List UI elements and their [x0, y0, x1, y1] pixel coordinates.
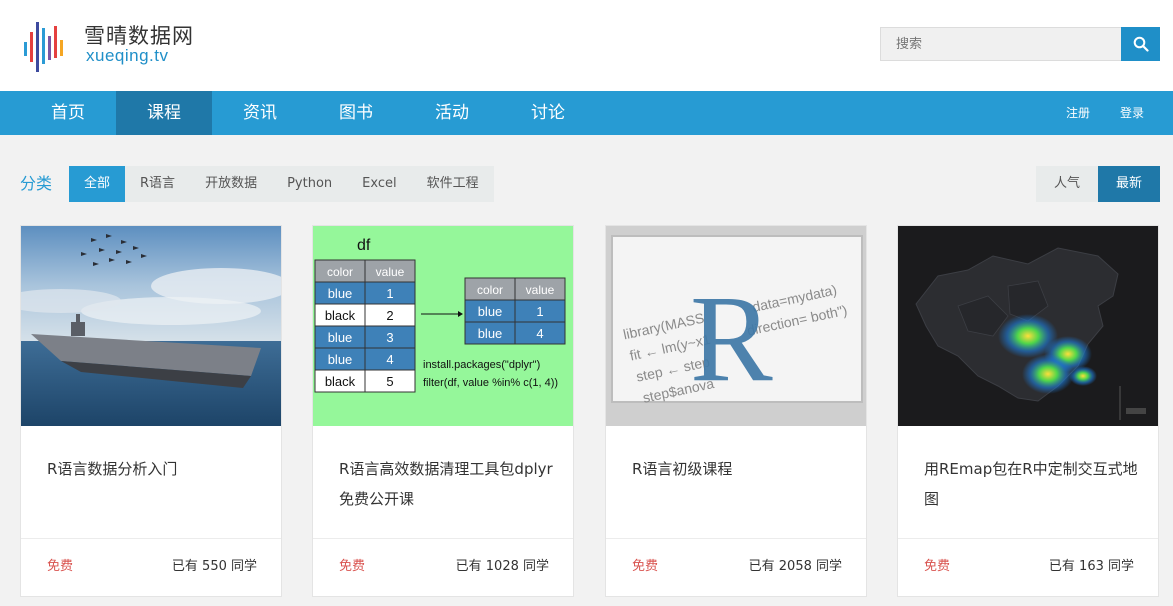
result-cell: blue	[478, 304, 503, 319]
category-tab-software-eng[interactable]: 软件工程	[412, 166, 494, 202]
card-divider	[313, 538, 573, 539]
search-input[interactable]	[880, 27, 1122, 61]
sort-tabs: 人气 最新	[1036, 166, 1160, 202]
category-label: 分类	[20, 174, 53, 193]
df-cell: blue	[328, 286, 353, 301]
code-line: filter(df, value %in% c(1, 4))	[423, 377, 558, 389]
result-cell: 1	[536, 304, 543, 319]
aircraft-carrier-image	[21, 226, 281, 426]
course-thumbnail[interactable]	[21, 226, 281, 426]
search-button[interactable]	[1121, 27, 1160, 61]
df-cell: blue	[328, 352, 353, 367]
course-price: 免费	[339, 559, 366, 574]
course-title[interactable]: R语言初级课程	[632, 454, 847, 484]
china-heatmap-image	[915, 247, 1146, 420]
course-card[interactable]: R语言数据分析入门 免费 已有 550 同学	[20, 225, 282, 597]
result-header-color: color	[477, 283, 503, 297]
student-count: 已有 1028 同学	[455, 559, 549, 574]
filter-bar: 分类 全部 R语言 开放数据 Python Excel 软件工程 人气 最新	[0, 166, 1173, 202]
student-count: 已有 550 同学	[171, 559, 257, 574]
category-tabs: 全部 R语言 开放数据 Python Excel 软件工程	[69, 166, 494, 202]
course-card[interactable]: library(MASS data=mydata) fit ← lm(y~x1 …	[605, 225, 867, 597]
course-title[interactable]: R语言数据分析入门	[47, 454, 262, 484]
category-tab-r[interactable]: R语言	[125, 166, 190, 202]
main-nav: 首页 课程 资讯 图书 活动 讨论 注册 登录	[0, 91, 1173, 135]
course-thumbnail[interactable]: library(MASS data=mydata) fit ← lm(y~x1 …	[606, 226, 866, 426]
logo-bars-icon	[24, 22, 63, 72]
card-divider	[606, 538, 866, 539]
r-language-image: library(MASS data=mydata) fit ← lm(y~x1 …	[611, 235, 863, 407]
df-cell: black	[325, 308, 356, 323]
search-box	[880, 27, 1160, 61]
course-title[interactable]: R语言高效数据清理工具包dplyr免费公开课	[339, 454, 554, 514]
register-link[interactable]: 注册	[1066, 91, 1090, 135]
nav-item-news[interactable]: 资讯	[212, 91, 308, 135]
course-thumbnail[interactable]	[898, 226, 1158, 426]
category-tab-open-data[interactable]: 开放数据	[190, 166, 272, 202]
df-cell: 2	[386, 308, 393, 323]
course-title[interactable]: 用REmap包在R中定制交互式地图	[924, 454, 1139, 514]
course-thumbnail[interactable]: df color value blue 1 black 2 blue 3 blu…	[313, 226, 573, 426]
site-logo[interactable]: 雪晴数据网 xueqing.tv	[22, 14, 202, 74]
code-line: install.packages("dplyr")	[423, 359, 540, 371]
student-count: 已有 163 同学	[1048, 559, 1134, 574]
df-header-color: color	[327, 265, 353, 279]
sort-latest[interactable]: 最新	[1098, 166, 1160, 202]
site-header: 雪晴数据网 xueqing.tv	[0, 0, 1173, 91]
df-cell: 3	[386, 330, 393, 345]
dplyr-filter-image: df color value blue 1 black 2 blue 3 blu…	[314, 237, 566, 393]
nav-item-events[interactable]: 活动	[404, 91, 500, 135]
nav-item-home[interactable]: 首页	[20, 91, 116, 135]
nav-item-courses[interactable]: 课程	[116, 91, 212, 135]
df-header-value: value	[376, 265, 405, 279]
df-cell: 4	[386, 352, 393, 367]
course-card[interactable]: df color value blue 1 black 2 blue 3 blu…	[312, 225, 574, 597]
course-card[interactable]: 用REmap包在R中定制交互式地图 免费 已有 163 同学	[897, 225, 1159, 597]
category-tab-excel[interactable]: Excel	[347, 166, 411, 202]
df-cell: 5	[386, 374, 393, 389]
search-icon	[1133, 36, 1149, 52]
nav-item-books[interactable]: 图书	[308, 91, 404, 135]
r-letter: R	[690, 270, 773, 407]
result-cell: blue	[478, 326, 503, 341]
login-link[interactable]: 登录	[1120, 91, 1144, 135]
course-price: 免费	[632, 559, 659, 574]
category-tab-all[interactable]: 全部	[69, 166, 126, 202]
nav-item-discuss[interactable]: 讨论	[500, 91, 596, 135]
result-cell: 4	[536, 326, 543, 341]
sort-popular[interactable]: 人气	[1036, 166, 1098, 202]
df-cell: black	[325, 374, 356, 389]
card-divider	[21, 538, 281, 539]
course-price: 免费	[924, 559, 951, 574]
result-header-value: value	[526, 283, 555, 297]
category-tab-python[interactable]: Python	[272, 166, 347, 202]
df-label: df	[357, 237, 371, 254]
df-cell: 1	[386, 286, 393, 301]
card-divider	[898, 538, 1158, 539]
df-cell: blue	[328, 330, 353, 345]
course-price: 免费	[47, 559, 74, 574]
student-count: 已有 2058 同学	[748, 559, 842, 574]
logo-text-en: xueqing.tv	[86, 46, 169, 65]
